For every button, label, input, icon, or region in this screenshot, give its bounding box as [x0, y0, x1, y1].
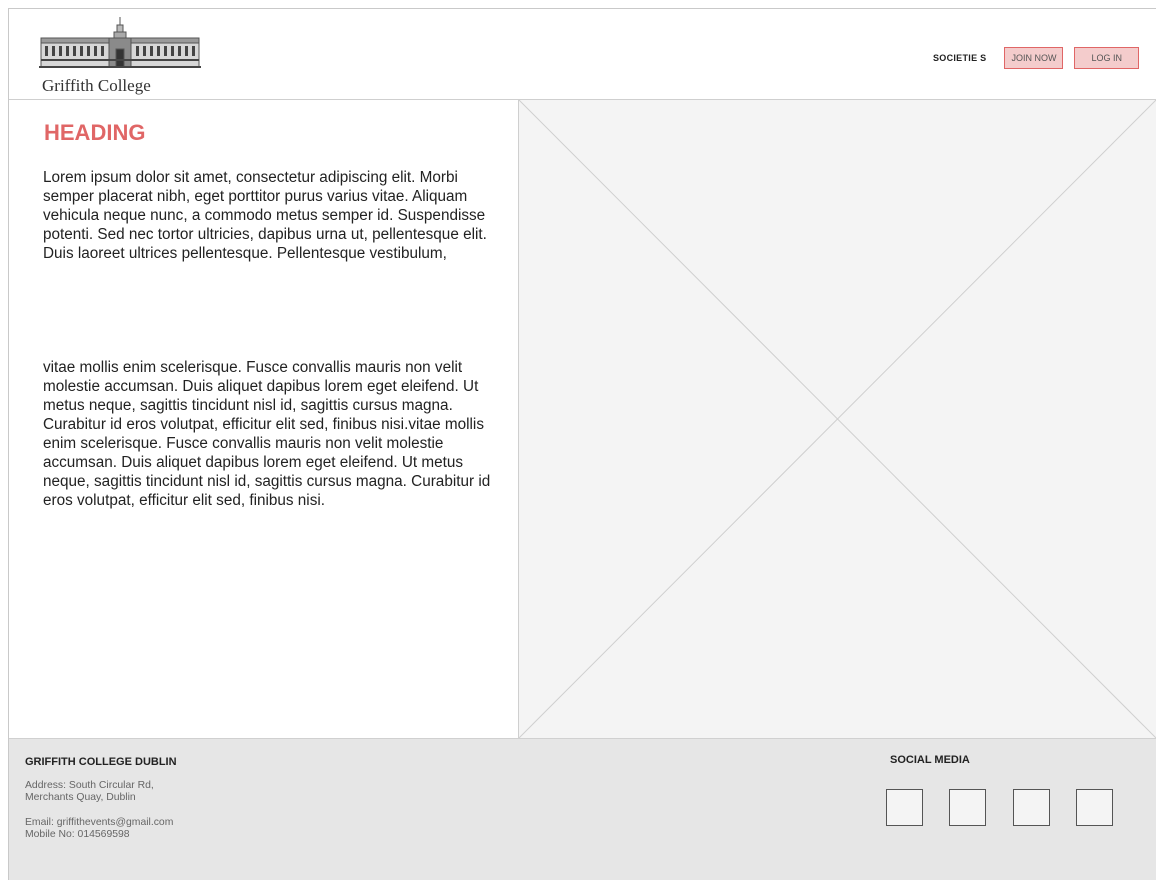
body-paragraph-1: Lorem ipsum dolor sit amet, consectetur …: [43, 169, 487, 262]
join-now-button[interactable]: JOIN NOW: [1004, 47, 1064, 69]
social-icon-4[interactable]: [1076, 789, 1113, 826]
logo-text: Griffith College: [42, 76, 151, 95]
griffith-college-logo[interactable]: Griffith College: [31, 15, 209, 99]
footer-mobile: Mobile No: 014569598: [25, 829, 130, 840]
social-icon-1[interactable]: [886, 789, 923, 826]
social-icon-2[interactable]: [949, 789, 986, 826]
log-in-button[interactable]: LOG IN: [1074, 47, 1139, 69]
page-heading: HEADING: [44, 120, 146, 145]
top-nav: SOCIETIE S JOIN NOW LOG IN: [933, 47, 1139, 69]
image-placeholder: [519, 100, 1156, 738]
site-header: Griffith College SOCIETIE S JOIN NOW LOG…: [9, 9, 1156, 100]
footer-address-line2: Merchants Quay, Dublin: [25, 792, 136, 803]
image-placeholder-icon: [519, 100, 1156, 738]
social-icon-3[interactable]: [1013, 789, 1050, 826]
body-paragraph-2: vitae mollis enim scelerisque. Fusce con…: [43, 359, 491, 509]
footer-email: Email: griffithevents@gmail.com: [25, 817, 174, 828]
content-column: HEADING Lorem ipsum dolor sit amet, cons…: [9, 100, 519, 738]
nav-societies-link[interactable]: SOCIETIE S: [933, 53, 987, 63]
footer-address-line1: Address: South Circular Rd,: [25, 780, 154, 791]
social-media-title: SOCIAL MEDIA: [890, 754, 970, 766]
site-footer: GRIFFITH COLLEGE DUBLIN Address: South C…: [9, 738, 1156, 880]
college-building-icon: [39, 17, 201, 68]
footer-title: GRIFFITH COLLEGE DUBLIN: [25, 756, 177, 768]
